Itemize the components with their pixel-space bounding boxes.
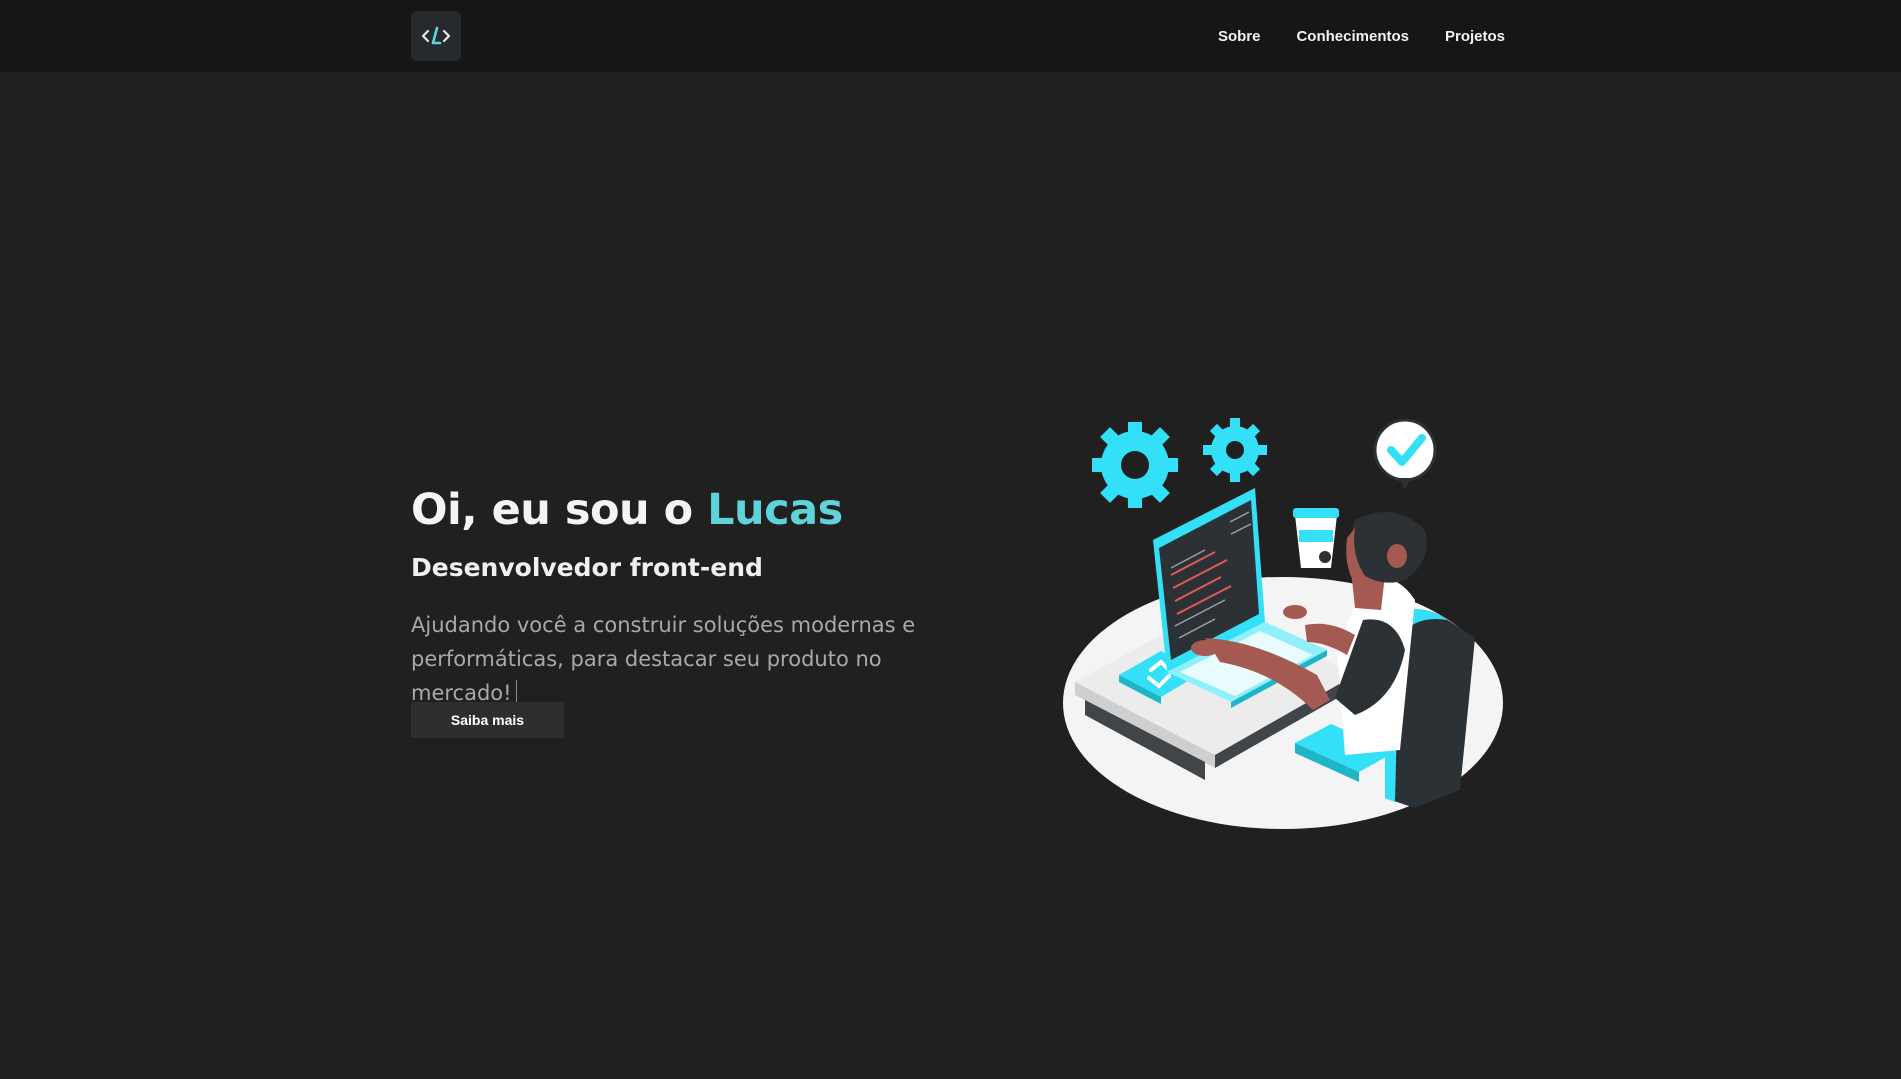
developer-illustration bbox=[1055, 410, 1511, 835]
hero-tagline: Ajudando você a construir soluções moder… bbox=[411, 608, 971, 710]
nav-link-projetos[interactable]: Projetos bbox=[1445, 28, 1505, 45]
hero-name: Lucas bbox=[707, 485, 843, 535]
developer-at-laptop-illustration bbox=[1063, 418, 1503, 829]
hero-role: Desenvolvedor front-end bbox=[411, 553, 763, 582]
saiba-mais-button[interactable]: Saiba mais bbox=[411, 702, 564, 738]
logo[interactable] bbox=[411, 11, 461, 61]
tagline-text: Ajudando você a construir soluções moder… bbox=[411, 613, 916, 705]
navbar: Sobre Conhecimentos Projetos bbox=[0, 0, 1901, 73]
hero-greeting: Oi, eu sou o Lucas bbox=[411, 480, 971, 540]
typing-cursor bbox=[515, 680, 517, 704]
hero-section: Oi, eu sou o Lucas Desenvolvedor front-e… bbox=[411, 480, 971, 710]
main-nav: Sobre Conhecimentos Projetos bbox=[1218, 0, 1505, 72]
greeting-text: Oi, eu sou o bbox=[411, 485, 708, 535]
code-slash-icon bbox=[421, 26, 451, 45]
nav-link-sobre[interactable]: Sobre bbox=[1218, 28, 1261, 45]
nav-link-conhecimentos[interactable]: Conhecimentos bbox=[1296, 28, 1409, 45]
